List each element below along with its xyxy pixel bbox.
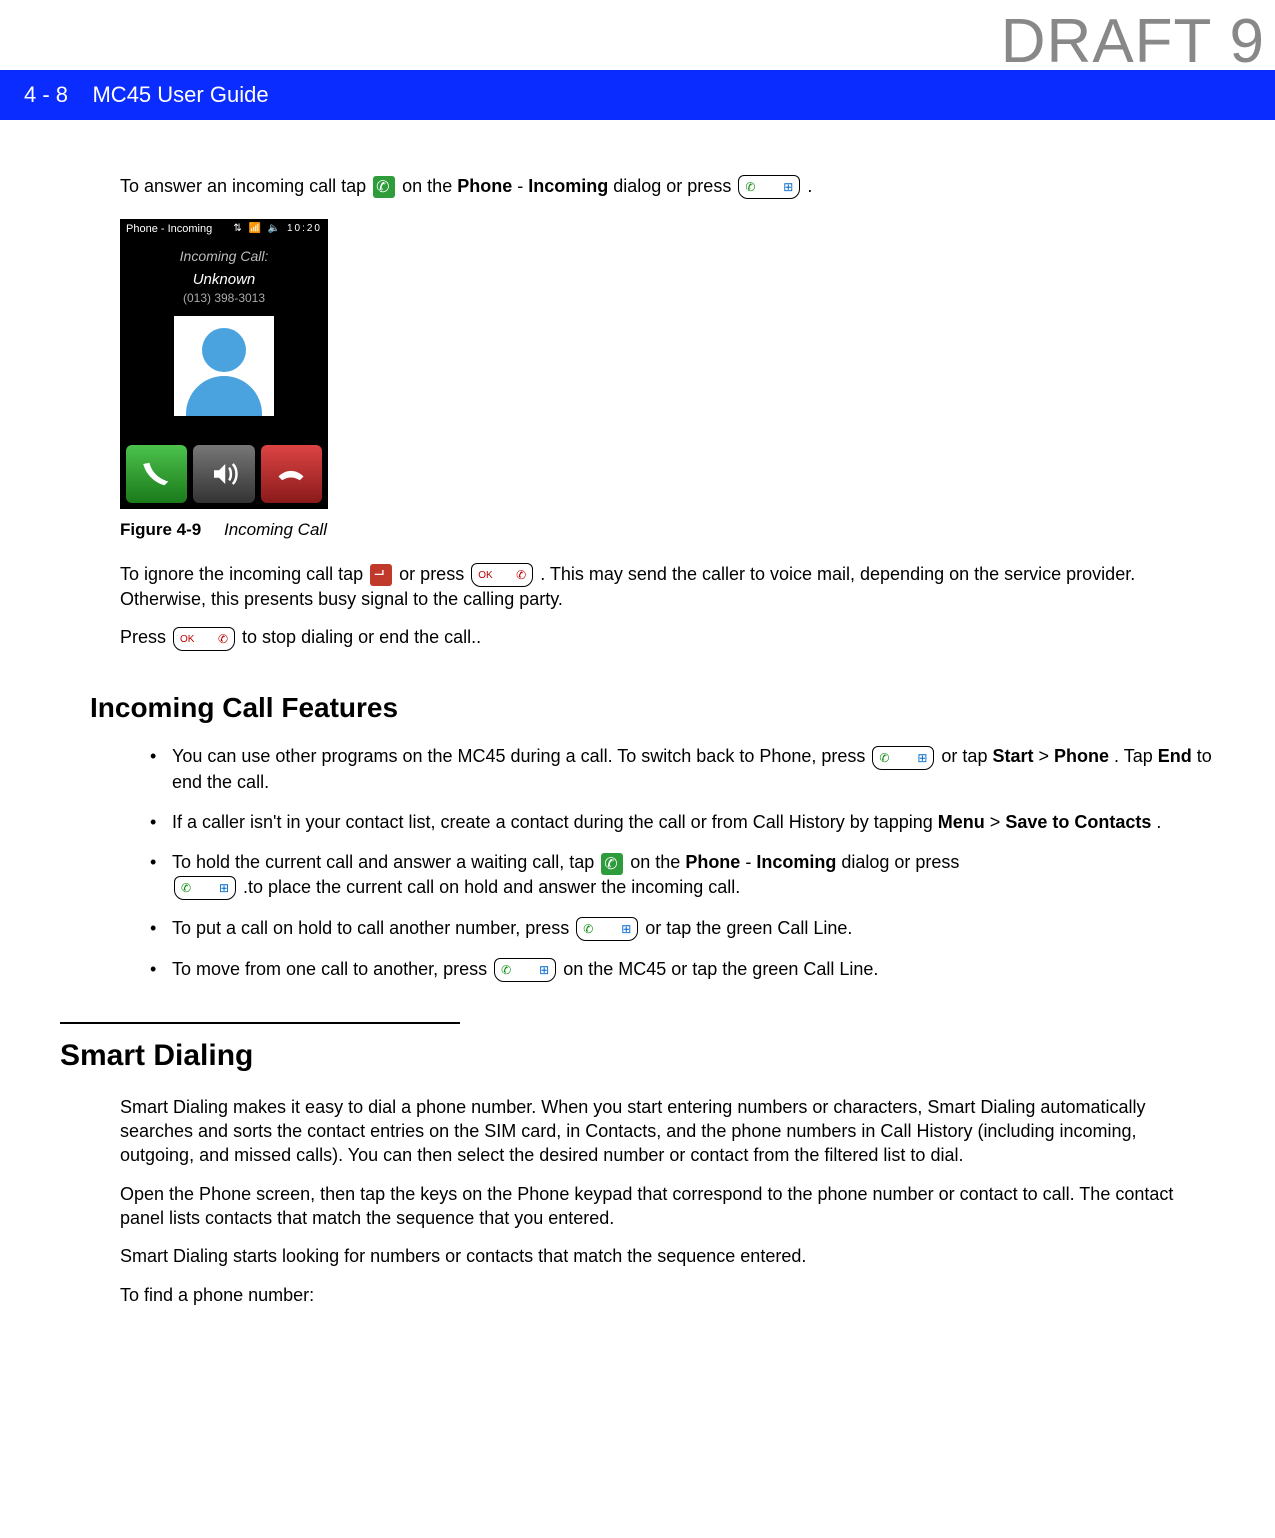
text: or tap [941, 746, 992, 766]
guide-title: MC45 User Guide [92, 82, 268, 107]
talk-key-icon: ✆⊞ [494, 958, 556, 982]
smart-dialing-p2: Open the Phone screen, then tap the keys… [120, 1182, 1215, 1231]
text: . Tap [1114, 746, 1158, 766]
feature-list: You can use other programs on the MC45 d… [120, 744, 1215, 982]
screenshot-time: 10:20 [287, 223, 322, 234]
text: You can use other programs on the MC45 d… [172, 746, 870, 766]
text: on the [630, 852, 685, 872]
talk-key-icon: ✆⊞ [872, 746, 934, 770]
screenshot-caller-name: Unknown [120, 270, 328, 290]
hangup-icon [276, 459, 306, 489]
text: dialog or press [841, 852, 959, 872]
phone-label: Phone [457, 176, 512, 196]
decline-call-icon [370, 564, 392, 586]
answer-call-icon [601, 853, 623, 875]
speaker-icon [209, 459, 239, 489]
incoming-call-screenshot: Phone - Incoming ⇅ 📶 🔈 10:20 Incoming Ca… [120, 219, 328, 509]
text: To ignore the incoming call tap [120, 564, 368, 584]
paragraph-answer-call: To answer an incoming call tap on the Ph… [120, 174, 1215, 199]
section-heading-smart-dialing: Smart Dialing [60, 1022, 460, 1077]
text: To move from one call to another, press [172, 959, 492, 979]
paragraph-ignore-call: To ignore the incoming call tap or press… [120, 562, 1215, 612]
figure-number: Figure 4-9 [120, 520, 201, 539]
text: > [1038, 746, 1054, 766]
screenshot-speaker-button[interactable] [193, 445, 254, 503]
text: on the MC45 or tap the green Call Line. [563, 959, 878, 979]
menu-label: Menu [938, 812, 985, 832]
end-label: End [1158, 746, 1192, 766]
text: - [517, 176, 528, 196]
text: To hold the current call and answer a wa… [172, 852, 599, 872]
screenshot-avatar [174, 316, 274, 416]
incoming-label: Incoming [528, 176, 608, 196]
end-key-icon: OK✆ [471, 563, 533, 587]
screenshot-titlebar: Phone - Incoming ⇅ 📶 🔈 10:20 [120, 219, 328, 239]
screenshot-answer-button[interactable] [126, 445, 187, 503]
paragraph-end-call: Press OK✆ to stop dialing or end the cal… [120, 625, 1215, 650]
save-to-contacts-label: Save to Contacts [1005, 812, 1151, 832]
text: on the [402, 176, 457, 196]
list-item: To move from one call to another, press … [150, 957, 1215, 982]
text: or tap the green Call Line. [645, 918, 852, 938]
screenshot-title: Phone - Incoming [126, 219, 212, 239]
phone-label: Phone [1054, 746, 1109, 766]
figure-caption: Figure 4-9 Incoming Call [120, 519, 1215, 542]
screenshot-button-row [126, 445, 322, 503]
answer-call-icon [373, 176, 395, 198]
page-section-number: 4 - 8 [24, 82, 68, 107]
list-item: To hold the current call and answer a wa… [150, 850, 1215, 900]
talk-key-icon: ✆⊞ [738, 175, 800, 199]
page-content: To answer an incoming call tap on the Ph… [0, 120, 1275, 1361]
text: to stop dialing or end the call.. [242, 627, 481, 647]
figure-title: Incoming Call [224, 520, 327, 539]
draft-watermark: DRAFT 9 [1001, 0, 1265, 84]
text: - [745, 852, 756, 872]
text: Press [120, 627, 171, 647]
list-item: If a caller isn't in your contact list, … [150, 810, 1215, 834]
phone-icon [142, 459, 172, 489]
text: > [990, 812, 1006, 832]
text: dialog or press [613, 176, 736, 196]
list-item: You can use other programs on the MC45 d… [150, 744, 1215, 794]
talk-key-icon: ✆⊞ [174, 876, 236, 900]
smart-dialing-p3: Smart Dialing starts looking for numbers… [120, 1244, 1215, 1268]
text: . [807, 176, 812, 196]
smart-dialing-p1: Smart Dialing makes it easy to dial a ph… [120, 1095, 1215, 1168]
incoming-label: Incoming [756, 852, 836, 872]
text: To answer an incoming call tap [120, 176, 371, 196]
text: If a caller isn't in your contact list, … [172, 812, 938, 832]
list-item: To put a call on hold to call another nu… [150, 916, 1215, 941]
phone-label: Phone [685, 852, 740, 872]
talk-key-icon: ✆⊞ [576, 917, 638, 941]
start-label: Start [992, 746, 1033, 766]
text: .to place the current call on hold and a… [243, 877, 740, 897]
text: To put a call on hold to call another nu… [172, 918, 574, 938]
section-heading-incoming-features: Incoming Call Features [90, 689, 1215, 727]
screenshot-status-icons: ⇅ 📶 🔈 10:20 [233, 219, 322, 239]
screenshot-caller-number: (013) 398-3013 [120, 290, 328, 306]
text: or press [399, 564, 469, 584]
screenshot-incoming-label: Incoming Call: [120, 239, 328, 270]
end-key-icon: OK✆ [173, 627, 235, 651]
text: . [1156, 812, 1161, 832]
smart-dialing-p4: To find a phone number: [120, 1283, 1215, 1307]
screenshot-decline-button[interactable] [261, 445, 322, 503]
